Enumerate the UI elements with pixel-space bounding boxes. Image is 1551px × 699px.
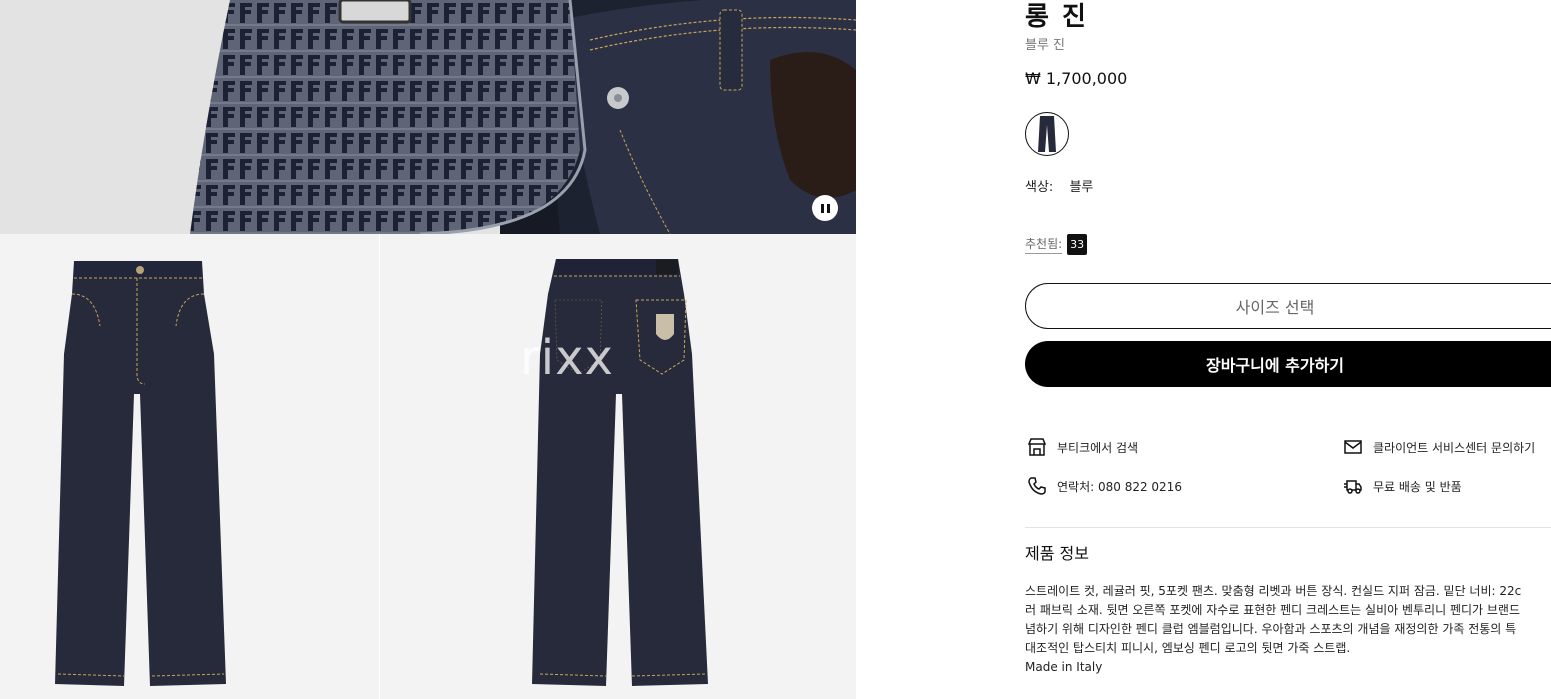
product-panel: 롱 진 블루 진 ₩ 1,700,000 색상: 블루 추천됨: 33 사이즈 …: [1025, 0, 1551, 699]
description-line: 스트레이트 컷, 레귤러 핏, 5포켓 팬츠. 맞춤형 리벳과 버튼 장식. 컨…: [1025, 584, 1522, 598]
description-line: 념하기 위해 디자인한 펜디 클럽 엠블럼입니다. 우아함과 스포츠의 개념을 …: [1025, 622, 1517, 636]
watermark: rixx: [520, 330, 614, 386]
color-info: 색상: 블루: [1025, 176, 1093, 195]
find-in-boutique-label: 부티크에서 검색: [1057, 440, 1139, 455]
phone-icon: [1028, 477, 1046, 495]
store-icon: [1027, 438, 1047, 456]
jeans-front-image: [55, 261, 226, 686]
free-shipping-label: 무료 배송 및 반품: [1373, 479, 1462, 494]
product-image-back[interactable]: rixx: [380, 234, 856, 699]
mail-icon: [1344, 440, 1362, 454]
jeans-back-image: [532, 259, 708, 686]
hero-video[interactable]: [0, 0, 856, 234]
product-image-front[interactable]: [0, 234, 379, 699]
product-description: 스트레이트 컷, 레귤러 핏, 5포켓 팬츠. 맞춤형 리벳과 버튼 장식. 컨…: [1025, 582, 1551, 677]
description-line: 대조적인 탑스티치 피니시, 엠보싱 펜디 로고의 뒷면 가죽 스트랩.: [1025, 641, 1351, 655]
free-shipping-link[interactable]: 무료 배송 및 반품: [1343, 476, 1462, 496]
client-service-link[interactable]: 클라이언트 서비스센터 문의하기: [1343, 437, 1535, 457]
color-label: 색상:: [1025, 180, 1054, 195]
product-subtitle: 블루 진: [1025, 38, 1066, 53]
client-service-label: 클라이언트 서비스센터 문의하기: [1373, 440, 1536, 455]
delivery-truck-icon: [1344, 480, 1362, 494]
select-size-button[interactable]: 사이즈 선택: [1025, 283, 1551, 329]
product-title: 롱 진: [1025, 2, 1088, 32]
pause-button[interactable]: [812, 195, 838, 221]
color-swatch-blue[interactable]: [1025, 112, 1069, 156]
find-in-boutique-link[interactable]: 부티크에서 검색: [1027, 437, 1138, 457]
product-price: ₩ 1,700,000: [1025, 69, 1128, 88]
description-line: 러 패브릭 소재. 뒷면 오른쪽 포켓에 자수로 표현한 펜디 크레스트는 실비…: [1025, 603, 1521, 617]
recommended-count-badge: 33: [1067, 234, 1088, 255]
pause-icon: [820, 203, 824, 213]
product-info-heading: 제품 정보: [1025, 544, 1089, 563]
color-value: 블루: [1069, 180, 1094, 195]
fendi-crest: [656, 314, 674, 340]
contact-phone-link[interactable]: 연락처: 080 822 0216: [1027, 476, 1182, 496]
made-in-label: Made in Italy: [1025, 660, 1103, 674]
section-divider: [1025, 527, 1551, 528]
recommended-link[interactable]: 추천됨:: [1025, 235, 1063, 254]
jeans-thumbnail-icon: [1038, 116, 1056, 152]
recommended-info: 추천됨: 33: [1025, 234, 1088, 255]
hero-image: [0, 0, 856, 234]
contact-label: 연락처: 080 822 0216: [1057, 479, 1182, 494]
add-to-cart-button[interactable]: 장바구니에 추가하기: [1025, 341, 1551, 387]
